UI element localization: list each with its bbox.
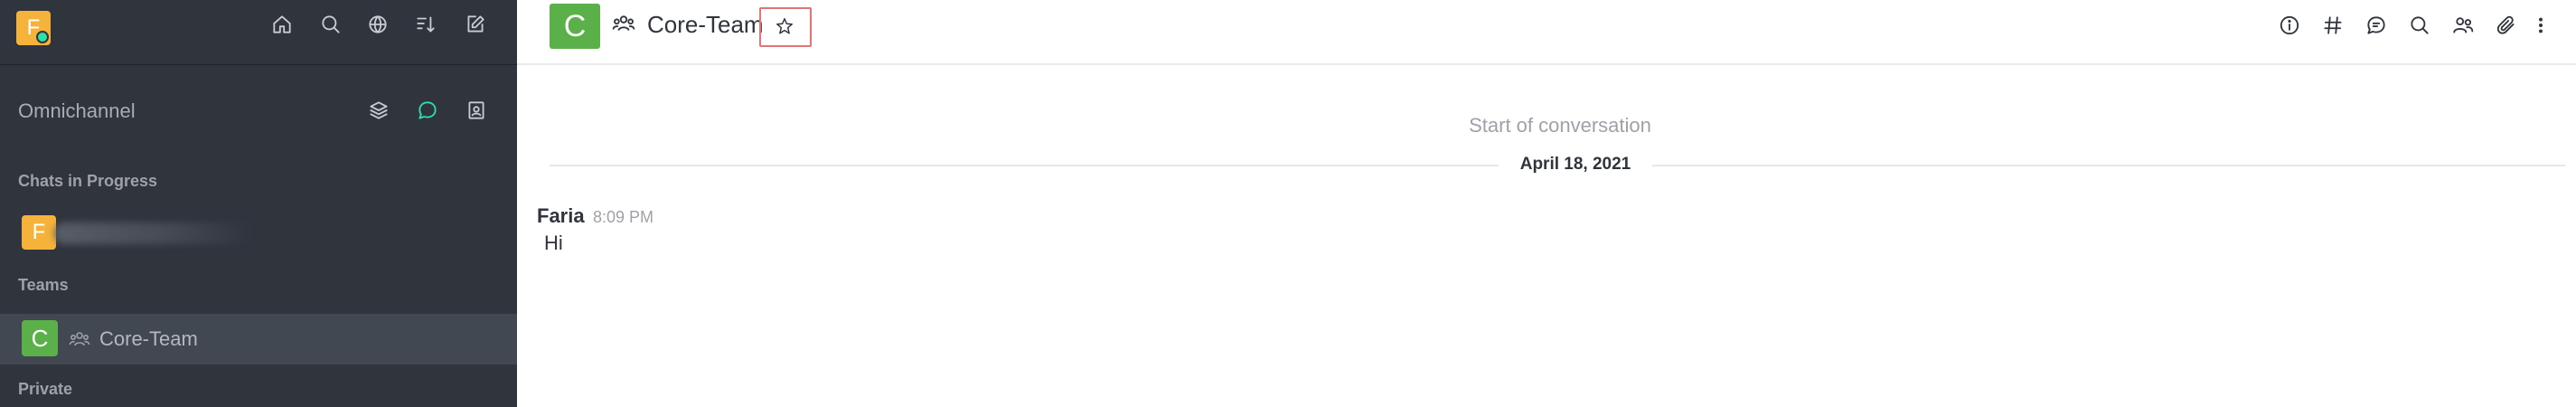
sidebar-header: F — [0, 0, 517, 65]
message-timestamp: 8:09 PM — [593, 208, 654, 226]
message[interactable]: Faria 8:09 PM Hi — [537, 201, 1260, 264]
avatar: F — [22, 215, 56, 250]
kebab-icon[interactable] — [2531, 10, 2551, 41]
sidebar: F Omnichannel Chats in Progress F Teams … — [0, 0, 517, 407]
info-icon[interactable] — [2274, 10, 2305, 41]
start-of-conversation: Start of conversation — [1469, 114, 1651, 137]
message-body: Hi — [544, 232, 563, 254]
queue-icon[interactable] — [364, 96, 393, 125]
divider — [550, 165, 1499, 166]
create-new-icon[interactable] — [461, 10, 490, 39]
discussion-icon[interactable] — [2361, 10, 2392, 41]
redacted-chat-name — [54, 222, 253, 244]
home-icon[interactable] — [268, 10, 296, 39]
date-separator: April 18, 2021 — [1519, 155, 1631, 174]
avatar: C — [22, 320, 58, 356]
omnichannel-row: Omnichannel — [0, 76, 517, 145]
room-avatar: C — [550, 4, 600, 49]
section-chats-in-progress: Chats in Progress — [18, 172, 158, 190]
star-icon[interactable] — [770, 12, 799, 41]
members-icon[interactable] — [2448, 10, 2478, 41]
channels-icon[interactable] — [2317, 10, 2348, 41]
divider — [1652, 165, 2565, 166]
omnichannel-label: Omnichannel — [18, 99, 136, 122]
omnichannel-chat-icon[interactable] — [413, 96, 442, 125]
sidebar-item-core-team[interactable]: C Core-Team — [0, 314, 517, 364]
room-main: C Core-Team Start of conversation April … — [517, 0, 2576, 407]
section-teams: Teams — [18, 276, 69, 294]
section-private: Private — [18, 380, 73, 398]
directory-icon[interactable] — [363, 10, 392, 39]
contact-center-icon[interactable] — [462, 96, 491, 125]
message-author[interactable]: Faria — [537, 204, 585, 228]
sidebar-item-label: Core-Team — [99, 327, 198, 350]
team-icon — [69, 329, 90, 349]
attachment-icon[interactable] — [2491, 10, 2522, 41]
search-icon[interactable] — [2404, 10, 2435, 41]
room-header: C Core-Team — [517, 0, 2576, 65]
team-icon — [611, 13, 636, 34]
sidebar-item-chat[interactable]: F — [0, 208, 517, 259]
sort-icon[interactable] — [411, 10, 440, 39]
user-status-indicator — [36, 31, 49, 43]
room-title: Core-Team — [647, 11, 764, 38]
search-icon[interactable] — [316, 10, 345, 39]
